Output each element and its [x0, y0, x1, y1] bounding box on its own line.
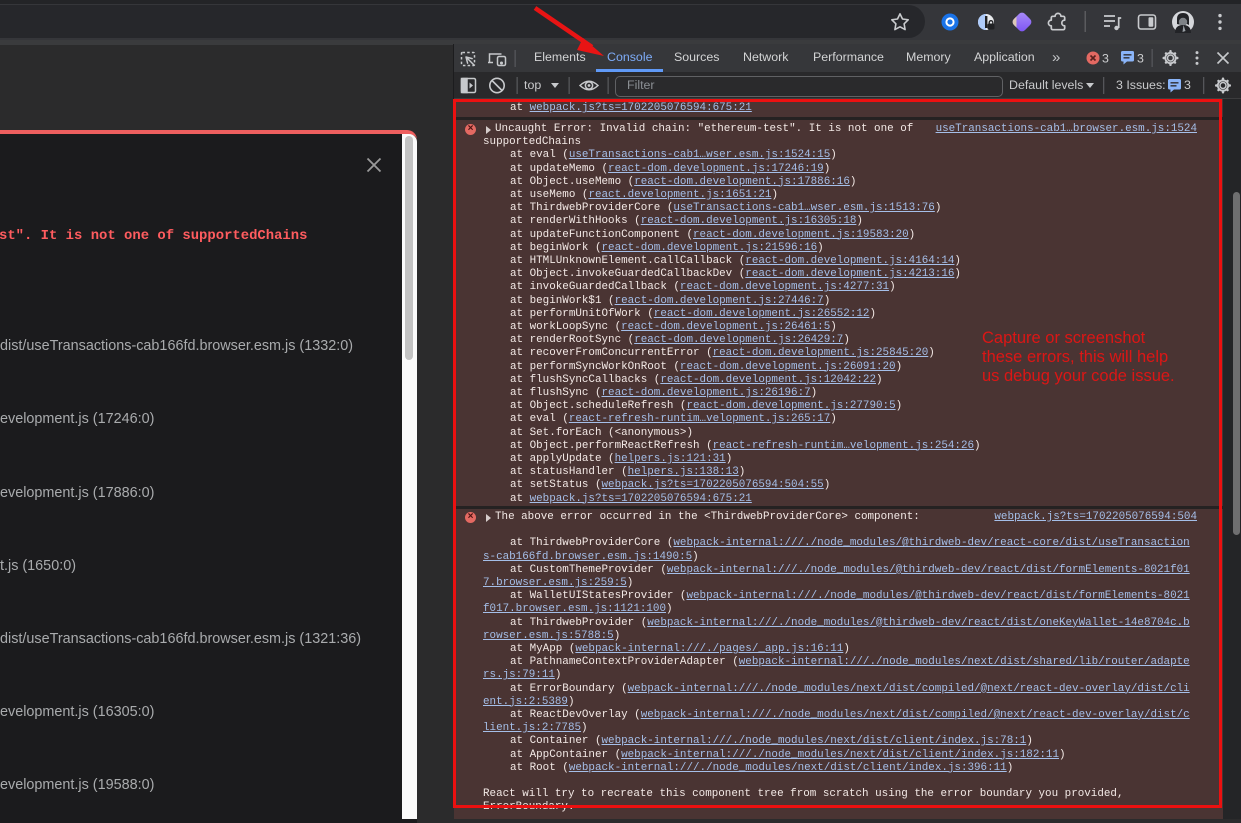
svg-text:3: 3: [1137, 52, 1144, 66]
svg-text:3: 3: [1102, 52, 1109, 66]
